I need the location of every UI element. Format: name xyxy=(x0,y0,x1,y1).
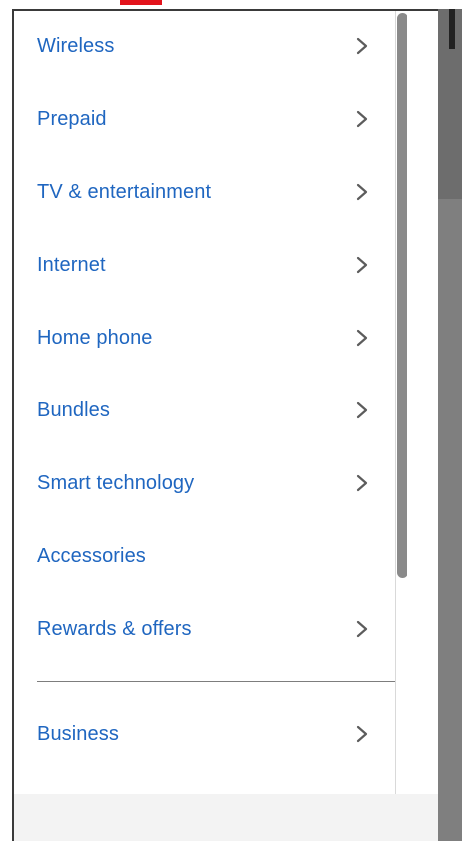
nav-item-label: Wireless xyxy=(37,34,115,57)
backdrop-edge-strip xyxy=(449,9,455,49)
chevron-right-icon xyxy=(352,473,372,493)
menu-scrollbar[interactable] xyxy=(395,11,408,801)
chevron-right-icon xyxy=(352,328,372,348)
nav-item-home-phone[interactable]: Home phone xyxy=(14,313,395,363)
menu-divider xyxy=(37,681,395,682)
nav-item-label: Prepaid xyxy=(37,107,107,130)
nav-item-rewards-offers[interactable]: Rewards & offers xyxy=(14,604,395,654)
nav-item-label: Home phone xyxy=(37,326,153,349)
chevron-right-icon xyxy=(352,182,372,202)
nav-item-tv-entertainment[interactable]: TV & entertainment xyxy=(14,167,395,217)
chevron-right-icon xyxy=(352,724,372,744)
chevron-right-icon xyxy=(352,400,372,420)
nav-item-label: TV & entertainment xyxy=(37,180,212,203)
nav-item-label: Bundles xyxy=(37,398,110,421)
nav-item-bundles[interactable]: Bundles xyxy=(14,385,395,435)
nav-menu: Wireless Prepaid TV & entertainment Inte… xyxy=(14,11,395,801)
nav-item-label: Internet xyxy=(37,253,106,276)
nav-item-label: Rewards & offers xyxy=(37,617,192,640)
drawer-right-edge xyxy=(407,11,438,841)
chevron-right-icon xyxy=(352,619,372,639)
nav-item-business[interactable]: Business xyxy=(14,709,395,759)
nav-item-internet[interactable]: Internet xyxy=(14,240,395,290)
nav-item-label: Business xyxy=(37,722,119,745)
navigation-drawer: Wireless Prepaid TV & entertainment Inte… xyxy=(12,9,438,841)
nav-item-accessories[interactable]: Accessories xyxy=(14,531,395,581)
chevron-right-icon xyxy=(352,109,372,129)
chevron-right-icon xyxy=(352,36,372,56)
nav-item-wireless[interactable]: Wireless xyxy=(14,21,395,71)
header-accent-strip xyxy=(120,0,162,5)
nav-item-label: Accessories xyxy=(37,544,146,567)
chevron-right-icon xyxy=(352,255,372,275)
nav-item-prepaid[interactable]: Prepaid xyxy=(14,94,395,144)
screen: Wireless Prepaid TV & entertainment Inte… xyxy=(0,0,462,841)
nav-item-label: Smart technology xyxy=(37,471,195,494)
drawer-footer xyxy=(14,794,438,841)
nav-item-smart-technology[interactable]: Smart technology xyxy=(14,458,395,508)
